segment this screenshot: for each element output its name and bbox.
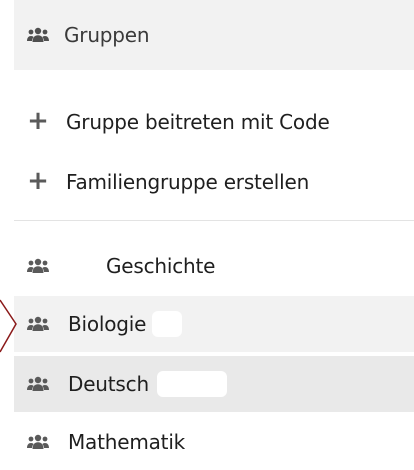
group-icon <box>18 316 58 332</box>
group-icon <box>18 27 58 43</box>
groups-header[interactable]: Gruppen <box>14 0 414 70</box>
join-group-label: Gruppe beitreten mit Code <box>66 109 330 134</box>
group-name-wrap: Biologie <box>68 311 183 337</box>
plus-icon: + <box>27 105 49 136</box>
groups-panel: Gruppen + Gruppe beitreten mit Code + Fa… <box>14 0 414 470</box>
join-group-with-code-button[interactable]: + Gruppe beitreten mit Code <box>14 95 414 148</box>
group-item-biologie[interactable]: Biologie <box>14 296 414 352</box>
plus-icon: + <box>27 165 49 196</box>
group-name: Mathematik <box>68 430 186 454</box>
group-name-wrap: Geschichte <box>68 253 215 279</box>
group-name: Biologie <box>68 312 147 336</box>
group-name-wrap: Deutsch <box>68 371 227 397</box>
group-icon <box>18 258 58 274</box>
redaction-box <box>193 429 264 455</box>
group-item-deutsch[interactable]: Deutsch <box>14 356 414 412</box>
redaction-box <box>68 253 102 279</box>
divider <box>14 220 414 221</box>
groups-header-label: Gruppen <box>64 23 150 47</box>
create-family-group-label: Familiengruppe erstellen <box>66 169 310 194</box>
group-name-wrap: Mathematik <box>68 429 264 455</box>
group-item-mathematik[interactable]: Mathematik <box>14 414 414 470</box>
group-icon <box>18 434 58 450</box>
group-item-geschichte[interactable]: Geschichte <box>14 238 414 294</box>
create-family-group-button[interactable]: + Familiengruppe erstellen <box>14 155 414 208</box>
redaction-box <box>156 371 227 397</box>
group-name: Geschichte <box>106 254 216 278</box>
group-name: Deutsch <box>68 372 149 396</box>
redaction-box <box>152 311 183 337</box>
group-icon <box>18 376 58 392</box>
